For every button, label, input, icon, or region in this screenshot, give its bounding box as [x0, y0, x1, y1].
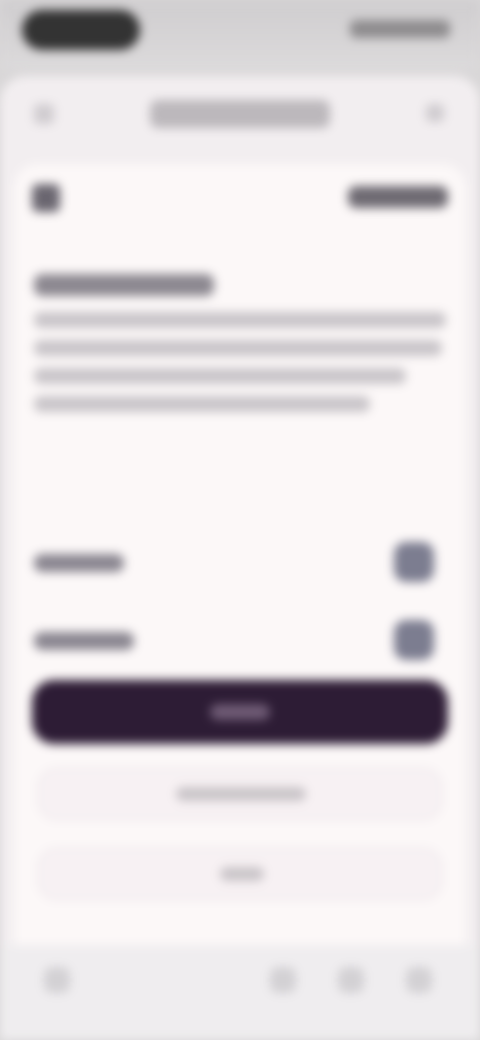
nav-home-icon[interactable] [44, 967, 70, 993]
primary-button-label [210, 704, 270, 720]
browser-menu-icon[interactable] [426, 104, 444, 122]
nav-menu-icon[interactable] [406, 967, 432, 993]
body-text-line [34, 396, 370, 412]
url-text[interactable] [150, 100, 330, 128]
tertiary-button[interactable] [38, 848, 442, 900]
body-text-line [34, 340, 442, 356]
primary-button[interactable] [32, 680, 448, 744]
secondary-button[interactable] [38, 768, 442, 820]
back-icon[interactable] [32, 184, 60, 212]
secondary-button-label [176, 787, 306, 801]
url-bar [0, 76, 480, 156]
status-icons [350, 20, 450, 38]
toggle-label [34, 632, 134, 650]
nav-bookmark-icon[interactable] [338, 967, 364, 993]
status-pill [22, 10, 140, 50]
bottom-navigation [0, 945, 480, 1040]
toggle-row[interactable] [34, 542, 446, 586]
header-link[interactable] [348, 186, 448, 208]
dialog-title [34, 274, 214, 296]
toggle-row[interactable] [34, 620, 446, 664]
tertiary-button-label [220, 867, 264, 881]
toggle-switch-icon[interactable] [394, 620, 434, 660]
browser-window [0, 76, 480, 1000]
browser-home-icon[interactable] [34, 104, 54, 124]
body-text-line [34, 312, 446, 328]
toggle-switch-icon[interactable] [394, 542, 434, 582]
body-text-line [34, 368, 406, 384]
toggle-label [34, 554, 124, 572]
consent-dialog [14, 164, 466, 1000]
status-bar [0, 0, 480, 70]
nav-tabs-icon[interactable] [270, 967, 296, 993]
